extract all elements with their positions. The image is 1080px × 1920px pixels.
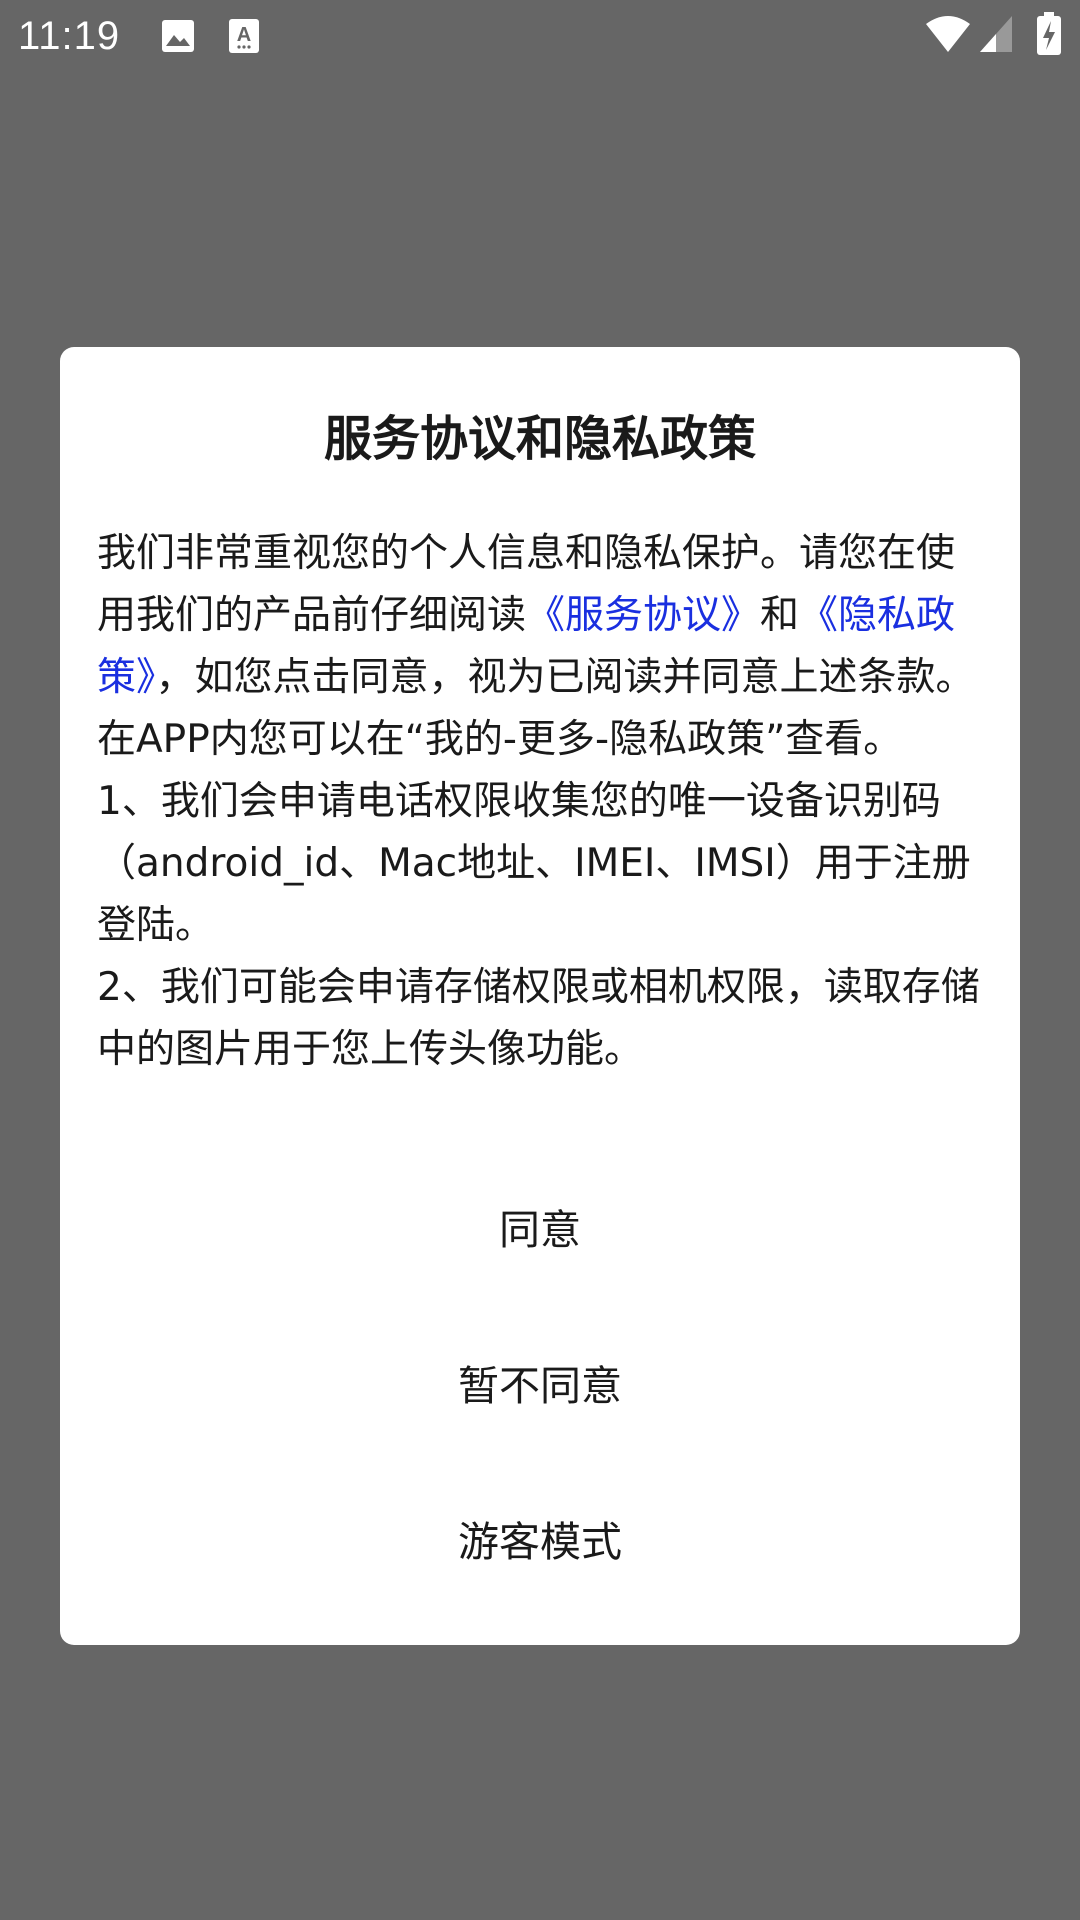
screen: 11:19 A 服务协议和隐私政策 我们非常重视您的个人信息和隐私保护。请您在使…	[0, 0, 1080, 1920]
disagree-button[interactable]: 暂不同意	[60, 1331, 1020, 1441]
service-agreement-link[interactable]: 《服务协议》	[526, 593, 760, 638]
body-text: 和	[760, 593, 800, 638]
dialog-title: 服务协议和隐私政策	[323, 411, 756, 467]
body-paragraph-3: 2、我们可能会申请存储权限或相机权限，读取存储中的图片用于您上传头像功能。	[97, 965, 980, 1072]
body-paragraph-1: 我们非常重视您的个人信息和隐私保护。请您在使用我们的产品前仔细阅读《服务协议》和…	[97, 523, 987, 771]
guest-mode-button[interactable]: 游客模式	[60, 1487, 1020, 1597]
svg-text:A: A	[237, 24, 251, 46]
status-bar: 11:19 A	[0, 0, 1080, 72]
signal-icon	[978, 14, 1014, 58]
battery-charging-icon	[1036, 12, 1062, 60]
body-paragraph-2: 1、我们会申请电话权限收集您的唯一设备识别码（android_id、Mac地址、…	[97, 779, 971, 948]
status-time: 11:19	[18, 14, 121, 58]
dialog-body: 我们非常重视您的个人信息和隐私保护。请您在使用我们的产品前仔细阅读《服务协议》和…	[97, 523, 987, 1081]
body-text: ，如您点击同意，视为已阅读并同意上述条款。 在APP内您可以在“我的-更多-隐私…	[97, 655, 975, 762]
wifi-icon	[924, 14, 972, 58]
image-icon	[160, 18, 196, 58]
agree-button[interactable]: 同意	[60, 1175, 1020, 1285]
text-a-icon: A	[228, 18, 260, 58]
